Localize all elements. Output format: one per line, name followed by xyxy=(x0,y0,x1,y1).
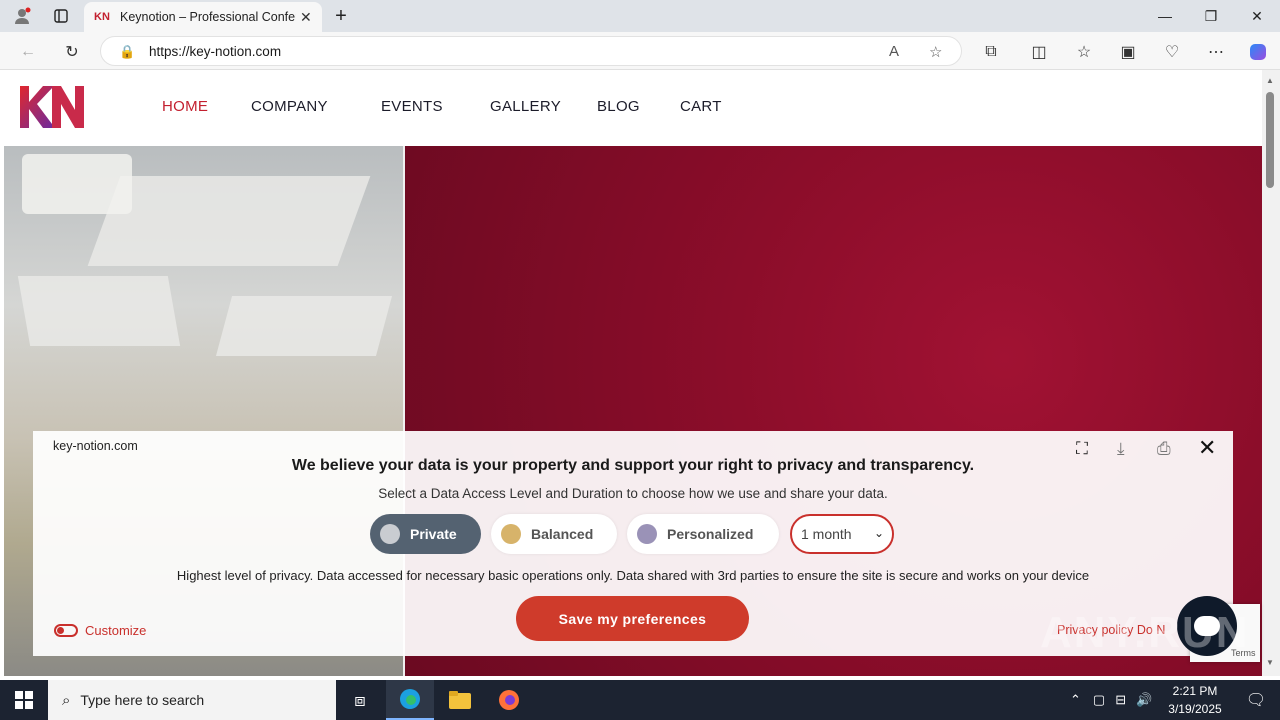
edge-browser-icon[interactable] xyxy=(386,680,434,720)
print-icon[interactable]: ⎙ xyxy=(1157,439,1171,459)
duration-select[interactable]: 1 month ⌄ xyxy=(790,514,894,554)
consent-heading: We believe your data is your property an… xyxy=(291,457,975,474)
site-header: HOME COMPANY EVENTS GALLERY BLOG CART xyxy=(4,70,1262,146)
save-preferences-button[interactable]: Save my preferences xyxy=(516,596,749,641)
download-icon[interactable]: ⤓ xyxy=(1117,439,1125,459)
level-label: Balanced xyxy=(531,526,594,542)
favorite-star-icon[interactable]: ☆ xyxy=(929,43,942,61)
level-personalized-button[interactable]: Personalized xyxy=(627,514,779,554)
tab-actions-icon[interactable] xyxy=(48,0,74,32)
task-view-icon[interactable]: ⧈ xyxy=(336,680,384,720)
level-dot-icon xyxy=(501,524,521,544)
refresh-icon[interactable]: ↻ xyxy=(60,41,84,63)
scroll-up-icon[interactable]: ▲ xyxy=(1266,76,1274,85)
nav-events[interactable]: EVENTS xyxy=(381,98,443,115)
read-aloud-icon[interactable]: A xyxy=(889,43,899,60)
back-icon[interactable]: ← xyxy=(16,41,40,63)
more-menu-icon[interactable]: ⋯ xyxy=(1204,41,1228,63)
duration-value: 1 month xyxy=(801,526,852,542)
firefox-icon[interactable] xyxy=(485,680,533,720)
nav-home[interactable]: HOME xyxy=(162,98,208,115)
tab-close-icon[interactable]: ✕ xyxy=(300,9,312,26)
extensions-icon[interactable]: ⧉ xyxy=(979,41,1003,63)
tab-title: Keynotion – Professional Confere xyxy=(120,10,296,24)
url-text: https://key-notion.com xyxy=(149,44,282,59)
search-placeholder: Type here to search xyxy=(80,692,205,708)
copilot-icon[interactable] xyxy=(1246,41,1270,63)
notifications-icon[interactable]: 🗨 xyxy=(1232,680,1280,720)
windows-taskbar: ⌕ Type here to search ⧈ ⌃ ▢ ⊟ 🔊 2:21 PM … xyxy=(0,680,1280,720)
nav-gallery[interactable]: GALLERY xyxy=(490,98,561,115)
scroll-down-icon[interactable]: ▼ xyxy=(1266,658,1274,667)
ceiling-panel xyxy=(17,276,181,346)
browser-title-bar: KN Keynotion – Professional Confere ✕ + … xyxy=(0,0,1280,32)
restore-icon[interactable]: ❐ xyxy=(1188,0,1234,32)
level-private-button[interactable]: Private xyxy=(370,514,481,554)
nav-blog[interactable]: BLOG xyxy=(597,98,640,115)
browser-tab-active[interactable]: KN Keynotion – Professional Confere ✕ xyxy=(84,2,322,32)
keynotion-logo[interactable] xyxy=(18,84,84,130)
browser-toolbar: ← ↻ 🔒 https://key-notion.com A ☆ ⧉ ◫ ☆ ▣… xyxy=(0,32,1280,70)
level-label: Personalized xyxy=(667,526,754,542)
browser-essentials-icon[interactable]: ♡ xyxy=(1160,41,1184,63)
level-label: Private xyxy=(410,526,457,542)
level-balanced-button[interactable]: Balanced xyxy=(491,514,617,554)
nav-company[interactable]: COMPANY xyxy=(251,98,328,115)
toggle-icon xyxy=(54,624,78,637)
chevron-down-icon: ⌄ xyxy=(873,526,884,540)
file-explorer-icon[interactable] xyxy=(436,680,484,720)
device-icon[interactable]: ▢ xyxy=(1093,692,1105,708)
page-scrollbar[interactable]: ▲ ▼ xyxy=(1262,70,1280,676)
taskbar-search-box[interactable]: ⌕ Type here to search xyxy=(48,680,336,720)
consent-subheading: Select a Data Access Level and Duration … xyxy=(378,486,888,501)
lock-icon: 🔒 xyxy=(119,44,136,59)
new-tab-button[interactable]: + xyxy=(330,0,352,32)
minimize-icon[interactable]: — xyxy=(1142,0,1188,32)
clock-date: 3/19/2025 xyxy=(1168,702,1222,716)
windows-start-icon[interactable] xyxy=(0,680,48,720)
collections-icon[interactable]: ▣ xyxy=(1116,41,1140,63)
split-screen-icon[interactable]: ◫ xyxy=(1027,41,1051,63)
projector xyxy=(22,154,132,214)
system-tray: ⌃ ▢ ⊟ 🔊 xyxy=(1070,680,1152,720)
ceiling-panel xyxy=(215,296,393,356)
customize-toggle[interactable]: Customize xyxy=(54,623,146,638)
favorites-icon[interactable]: ☆ xyxy=(1072,41,1096,63)
site-favicon-icon: KN xyxy=(94,11,110,23)
profile-icon[interactable] xyxy=(8,0,36,32)
show-hidden-icons-icon[interactable]: ⌃ xyxy=(1070,692,1081,708)
address-bar[interactable]: 🔒 https://key-notion.com A ☆ xyxy=(100,36,962,66)
nav-cart[interactable]: CART xyxy=(680,98,722,115)
level-dot-icon xyxy=(637,524,657,544)
fullscreen-icon[interactable]: ⛶ xyxy=(1076,439,1088,459)
customize-label: Customize xyxy=(85,623,147,638)
taskbar-clock[interactable]: 2:21 PM 3/19/2025 xyxy=(1160,682,1230,718)
scrollbar-thumb[interactable] xyxy=(1266,92,1274,188)
close-window-icon[interactable]: ✕ xyxy=(1234,0,1280,32)
network-icon[interactable]: ⊟ xyxy=(1115,692,1126,708)
search-icon: ⌕ xyxy=(62,691,71,709)
level-dot-icon xyxy=(380,524,400,544)
clock-time: 2:21 PM xyxy=(1172,684,1218,698)
consent-level-description: Highest level of privacy. Data accessed … xyxy=(176,568,1090,583)
anyrun-watermark: ANY.RUN xyxy=(1040,608,1250,657)
volume-icon[interactable]: 🔊 xyxy=(1136,692,1152,708)
consent-domain: key-notion.com xyxy=(53,439,138,453)
